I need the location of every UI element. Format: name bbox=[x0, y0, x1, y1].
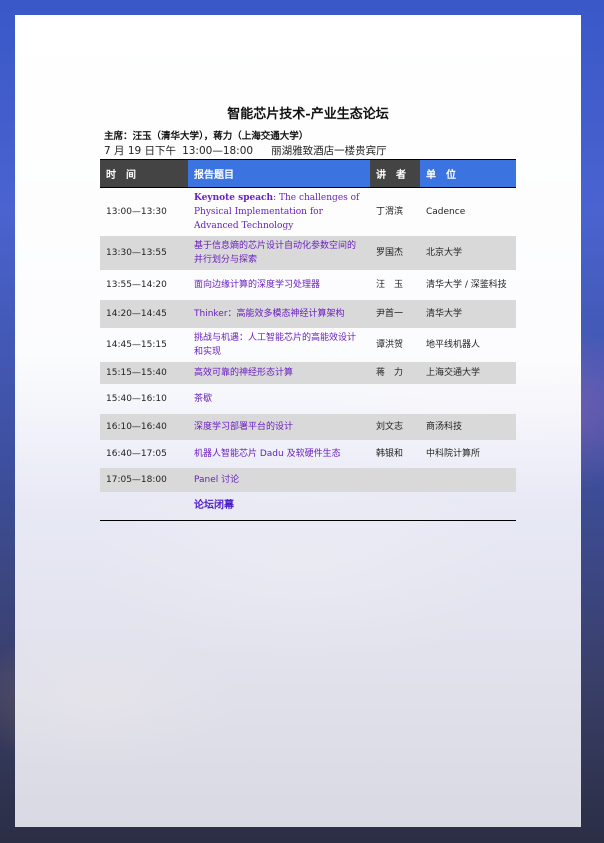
row-speaker: 谭洪贺 bbox=[376, 340, 404, 350]
header-topic: 报告题目 bbox=[188, 159, 370, 188]
table-row: 论坛闭幕 bbox=[100, 492, 516, 520]
header-time: 时 间 bbox=[100, 159, 188, 188]
row-org bbox=[420, 492, 516, 520]
row-topic: Panel 讨论 bbox=[188, 468, 370, 492]
keynote-label: Keynote speach bbox=[194, 193, 274, 203]
table-row: 13:30—13:55 基于信息熵的芯片设计自动化参数空间的并行划分与探索 罗国… bbox=[100, 236, 516, 270]
row-topic: 深度学习部署平台的设计 bbox=[188, 414, 370, 440]
table-row: 14:45—15:15 挑战与机遇：人工智能芯片的高能效设计和实现 谭洪贺 地平… bbox=[100, 328, 516, 362]
row-speaker: 汪 玉 bbox=[376, 280, 404, 290]
row-org: 地平线机器人 bbox=[426, 340, 481, 350]
row-org: 北京大学 bbox=[420, 236, 516, 270]
row-time: 14:45—15:15 bbox=[106, 340, 167, 350]
row-topic: Thinker：高能效多模态神经计算架构 bbox=[188, 300, 370, 328]
row-topic: 面向边缘计算的深度学习处理器 bbox=[194, 280, 321, 290]
forum-datetime: 7 月 19 日下午 13:00—18:00 丽湖雅致酒店一楼贵宾厅 bbox=[104, 143, 387, 158]
row-topic: 基于信息熵的芯片设计自动化参数空间的并行划分与探索 bbox=[188, 236, 370, 270]
row-topic-closing: 论坛闭幕 bbox=[194, 499, 234, 511]
row-time: 13:30—13:55 bbox=[100, 236, 188, 270]
row-org: 商汤科技 bbox=[420, 414, 516, 440]
table-row: 14:20—14:45 Thinker：高能效多模态神经计算架构 尹首一 清华大… bbox=[100, 300, 516, 328]
row-topic: 茶歇 bbox=[194, 394, 213, 404]
forum-date: 7 月 19 日下午 bbox=[104, 145, 177, 157]
row-time: 15:15—15:40 bbox=[100, 362, 188, 384]
table-row: 13:00—13:30 Keynote speach: The challeng… bbox=[100, 188, 516, 237]
row-topic: 高效可靠的神经形态计算 bbox=[188, 362, 370, 384]
table-row: 13:55—14:20 面向边缘计算的深度学习处理器 汪 玉 清华大学 / 深鉴… bbox=[100, 270, 516, 300]
table-row: 15:15—15:40 高效可靠的神经形态计算 蒋 力 上海交通大学 bbox=[100, 362, 516, 384]
forum-chairs: 主席：汪玉（清华大学），蒋力（上海交通大学） bbox=[104, 131, 309, 142]
row-time: 13:00—13:30 bbox=[106, 207, 167, 217]
row-time bbox=[100, 492, 188, 520]
row-org: 上海交通大学 bbox=[420, 362, 516, 384]
schedule-table: 时 间 报告题目 讲 者 单 位 13:00—13:30 Keynote spe… bbox=[100, 159, 516, 521]
row-org bbox=[420, 468, 516, 492]
row-org: Cadence bbox=[426, 207, 466, 217]
row-org bbox=[420, 384, 516, 414]
row-topic: 机器人智能芯片 Dadu 及软硬件生态 bbox=[194, 449, 341, 459]
row-topic: 挑战与机遇：人工智能芯片的高能效设计和实现 bbox=[194, 333, 357, 357]
forum-time-range: 13:00—18:00 bbox=[182, 145, 254, 157]
row-speaker: 韩银和 bbox=[376, 449, 404, 459]
schedule-header-row: 时 间 报告题目 讲 者 单 位 bbox=[100, 159, 516, 188]
row-time: 17:05—18:00 bbox=[100, 468, 188, 492]
row-speaker bbox=[370, 468, 420, 492]
row-time: 13:55—14:20 bbox=[106, 280, 167, 290]
row-time: 14:20—14:45 bbox=[100, 300, 188, 328]
row-org: 清华大学 bbox=[420, 300, 516, 328]
row-topic: Keynote speach: The challenges of Physic… bbox=[188, 188, 370, 237]
row-org: 中科院计算所 bbox=[426, 449, 481, 459]
row-org: 清华大学 / 深鉴科技 bbox=[426, 280, 507, 290]
document-sheet: 智能芯片技术-产业生态论坛 主席：汪玉（清华大学），蒋力（上海交通大学） 7 月… bbox=[15, 15, 581, 827]
row-time: 16:10—16:40 bbox=[100, 414, 188, 440]
table-row: 17:05—18:00 Panel 讨论 bbox=[100, 468, 516, 492]
header-speaker: 讲 者 bbox=[370, 159, 420, 188]
row-time: 15:40—16:10 bbox=[106, 394, 167, 404]
row-speaker: 罗国杰 bbox=[370, 236, 420, 270]
header-org: 单 位 bbox=[420, 159, 516, 188]
row-speaker: 刘文志 bbox=[370, 414, 420, 440]
row-speaker: 蒋 力 bbox=[370, 362, 420, 384]
table-row: 15:40—16:10 茶歇 bbox=[100, 384, 516, 414]
row-speaker bbox=[370, 384, 420, 414]
table-row: 16:10—16:40 深度学习部署平台的设计 刘文志 商汤科技 bbox=[100, 414, 516, 440]
row-speaker: 丁渭滨 bbox=[376, 207, 404, 217]
table-row: 16:40—17:05 机器人智能芯片 Dadu 及软硬件生态 韩银和 中科院计… bbox=[100, 440, 516, 468]
forum-venue: 丽湖雅致酒店一楼贵宾厅 bbox=[271, 145, 387, 157]
row-speaker: 尹首一 bbox=[370, 300, 420, 328]
row-speaker bbox=[370, 492, 420, 520]
row-time: 16:40—17:05 bbox=[106, 449, 167, 459]
forum-title: 智能芯片技术-产业生态论坛 bbox=[227, 107, 389, 122]
